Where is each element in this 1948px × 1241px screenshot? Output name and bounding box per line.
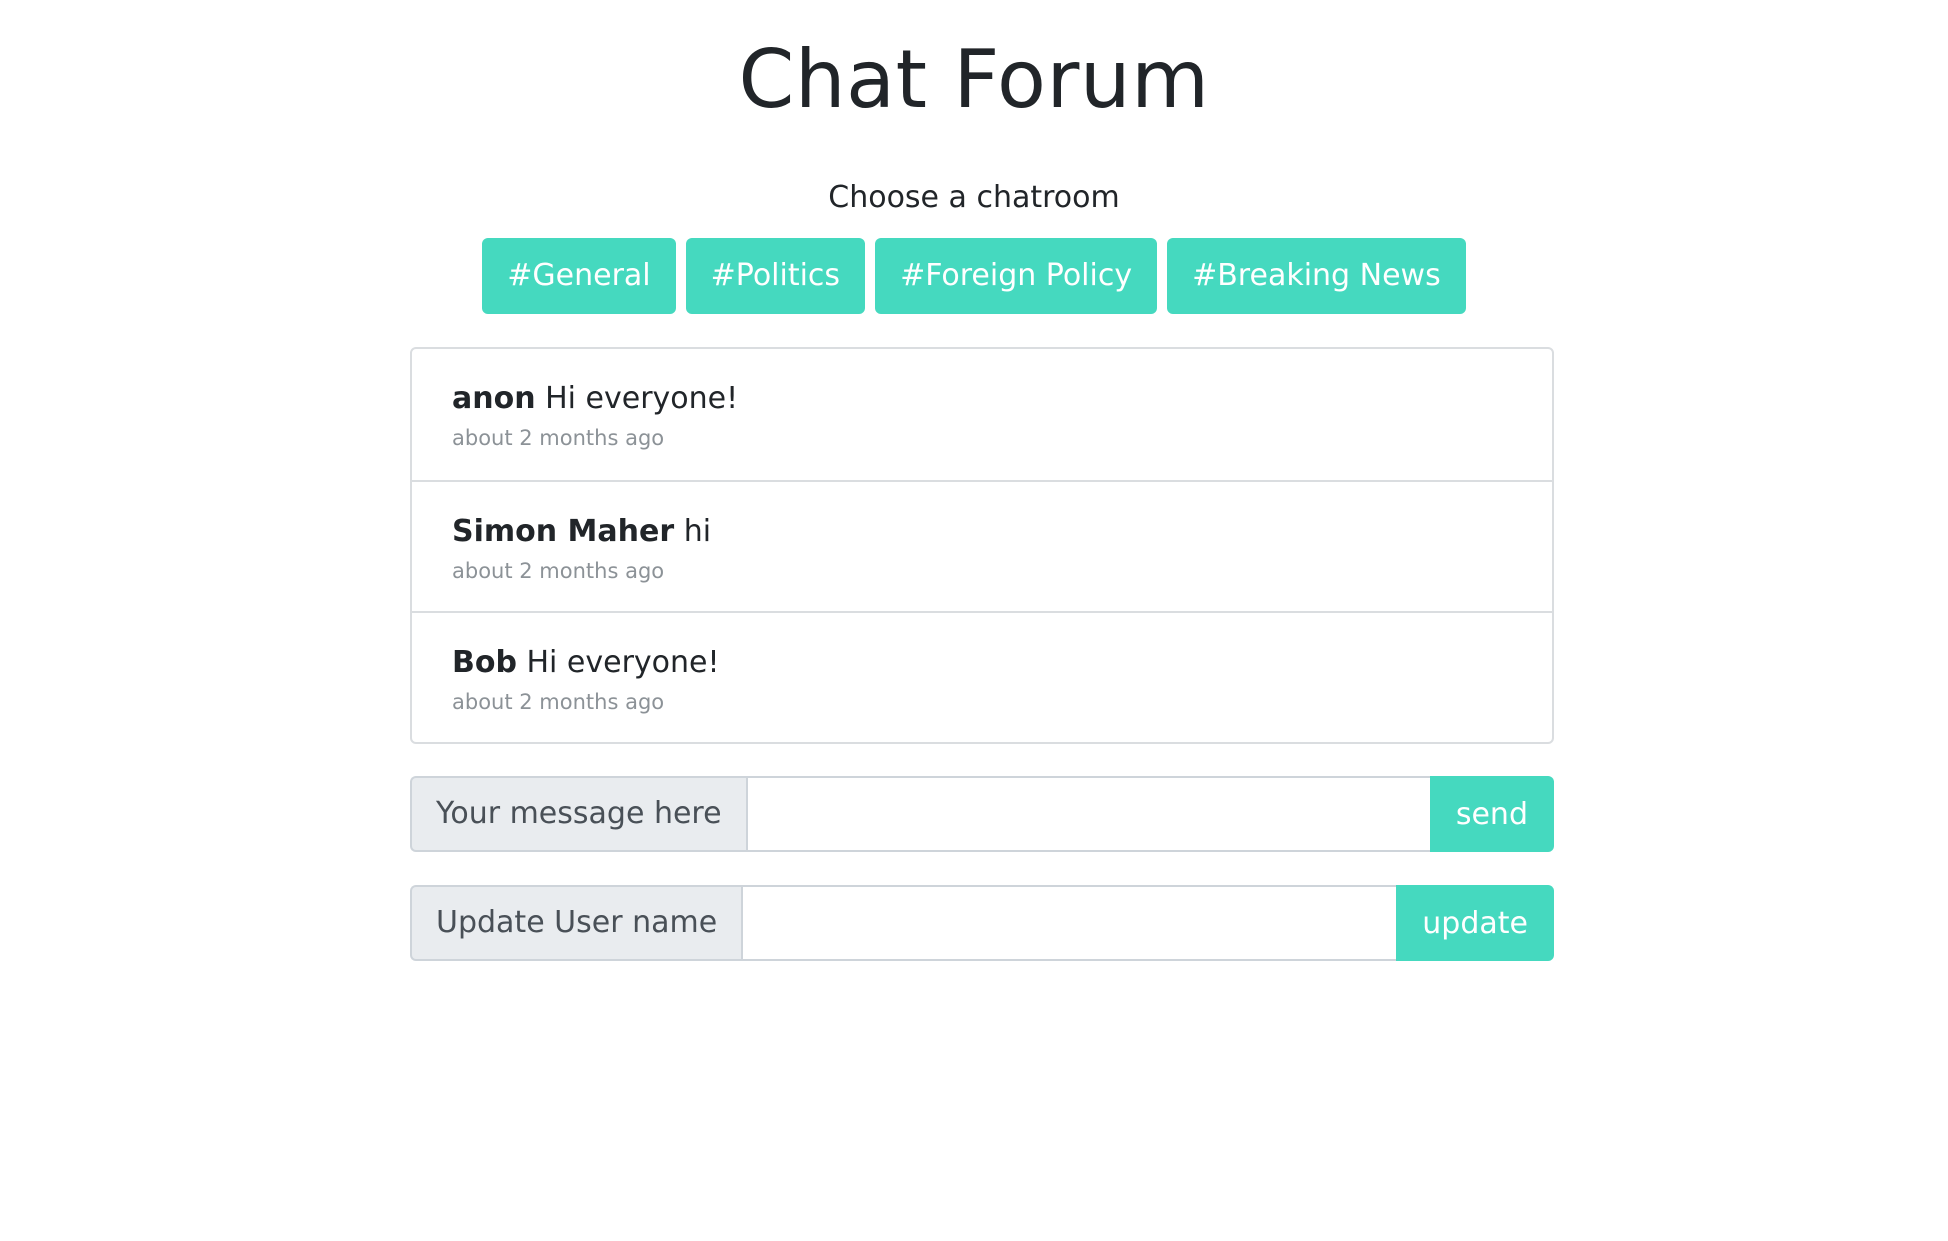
message-line: anon Hi everyone! bbox=[452, 379, 1512, 419]
page-title: Chat Forum bbox=[738, 33, 1210, 126]
message-list: anon Hi everyone! about 2 months ago Sim… bbox=[410, 347, 1554, 744]
message-username: Bob bbox=[452, 645, 517, 680]
chatroom-button-breaking-news[interactable]: #Breaking News bbox=[1167, 238, 1466, 314]
message-line: Bob Hi everyone! bbox=[452, 643, 1512, 683]
chatroom-button-politics[interactable]: #Politics bbox=[685, 238, 866, 314]
message-text: hi bbox=[683, 514, 712, 549]
chatroom-button-foreign-policy[interactable]: #Foreign Policy bbox=[875, 238, 1158, 314]
message-timestamp: about 2 months ago bbox=[452, 690, 665, 714]
message-input-label: Your message here bbox=[410, 776, 746, 852]
send-button[interactable]: send bbox=[1429, 776, 1554, 852]
message-timestamp: about 2 months ago bbox=[452, 559, 665, 583]
message-timestamp: about 2 months ago bbox=[452, 426, 665, 450]
message-form: Your message here send bbox=[410, 776, 1554, 852]
message-username: anon bbox=[452, 381, 536, 416]
username-input-label: Update User name bbox=[410, 885, 742, 961]
message-username: Simon Maher bbox=[452, 514, 675, 549]
username-input[interactable] bbox=[741, 885, 1397, 961]
message-text: Hi everyone! bbox=[545, 381, 739, 416]
chat-forum-page: Chat Forum Choose a chatroom #General #P… bbox=[0, 0, 1948, 1241]
message-item: anon Hi everyone! about 2 months ago bbox=[412, 349, 1552, 480]
username-form: Update User name update bbox=[410, 885, 1554, 961]
message-input[interactable] bbox=[745, 776, 1430, 852]
chatroom-prompt: Choose a chatroom bbox=[828, 180, 1120, 215]
update-button[interactable]: update bbox=[1396, 885, 1554, 961]
message-text: Hi everyone! bbox=[526, 645, 720, 680]
message-item: Bob Hi everyone! about 2 months ago bbox=[412, 611, 1552, 742]
chatroom-buttons: #General #Politics #Foreign Policy #Brea… bbox=[0, 238, 1948, 314]
chatroom-button-general[interactable]: #General bbox=[482, 238, 676, 314]
message-line: Simon Maher hi bbox=[452, 512, 1512, 552]
message-item: Simon Maher hi about 2 months ago bbox=[412, 480, 1552, 611]
